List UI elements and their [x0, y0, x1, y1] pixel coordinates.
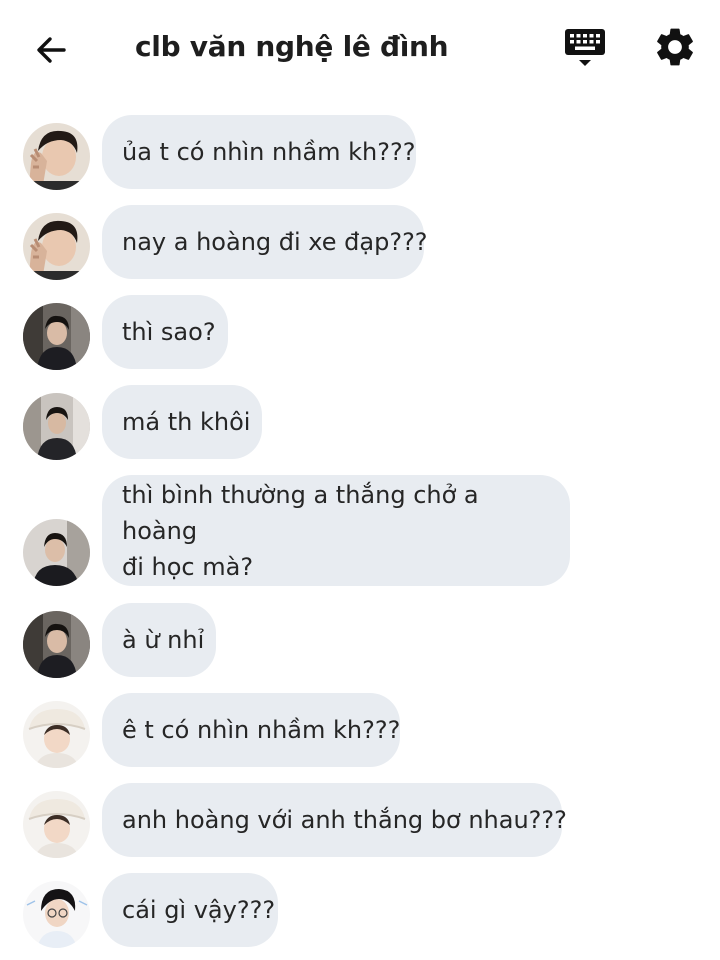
- message-bubble[interactable]: thì sao?: [102, 295, 228, 369]
- message-text-line: đi học mà?: [122, 552, 254, 581]
- avatar[interactable]: [23, 701, 90, 768]
- message-bubble[interactable]: ủa t có nhìn nhầm kh???: [102, 115, 416, 189]
- message-bubble[interactable]: anh hoàng với anh thắng bơ nhau???: [102, 783, 567, 857]
- avatar-photo-2: [23, 303, 90, 370]
- avatar[interactable]: [23, 213, 90, 280]
- avatar[interactable]: [23, 881, 90, 948]
- avatar-photo-5: [23, 791, 90, 858]
- message-list[interactable]: ủa t có nhìn nhầm kh??? nay a hoàng đi x…: [0, 0, 720, 960]
- avatar[interactable]: [23, 791, 90, 858]
- avatar-photo-6: [23, 881, 90, 948]
- message-text: à ừ nhỉ: [122, 626, 205, 654]
- avatar-photo-1: [23, 213, 90, 280]
- message-text-line: thì bình thường a thắng chở a hoàng: [122, 480, 479, 545]
- avatar-photo-5: [23, 701, 90, 768]
- message-text: ủa t có nhìn nhầm kh???: [122, 138, 416, 166]
- avatar[interactable]: [23, 611, 90, 678]
- message-text: ê t có nhìn nhầm kh???: [122, 716, 401, 744]
- message-bubble[interactable]: thì bình thường a thắng chở a hoàng đi h…: [102, 475, 570, 586]
- message-text: thì sao?: [122, 318, 216, 346]
- message-text: cái gì vậy???: [122, 896, 276, 924]
- message-text: anh hoàng với anh thắng bơ nhau???: [122, 806, 567, 834]
- message-bubble[interactable]: ê t có nhìn nhầm kh???: [102, 693, 400, 767]
- message-bubble[interactable]: nay a hoàng đi xe đạp???: [102, 205, 428, 279]
- avatar[interactable]: [23, 393, 90, 460]
- avatar[interactable]: [23, 519, 90, 586]
- message-bubble[interactable]: cái gì vậy???: [102, 873, 278, 947]
- message-bubble[interactable]: má th khôi: [102, 385, 262, 459]
- avatar-photo-3: [23, 393, 90, 460]
- message-text: má th khôi: [122, 408, 251, 436]
- avatar[interactable]: [23, 303, 90, 370]
- avatar-photo-2: [23, 611, 90, 678]
- avatar-photo-1: [23, 123, 90, 190]
- message-text: nay a hoàng đi xe đạp???: [122, 228, 428, 256]
- message-bubble[interactable]: à ừ nhỉ: [102, 603, 216, 677]
- avatar[interactable]: [23, 123, 90, 190]
- avatar-photo-4: [23, 519, 90, 586]
